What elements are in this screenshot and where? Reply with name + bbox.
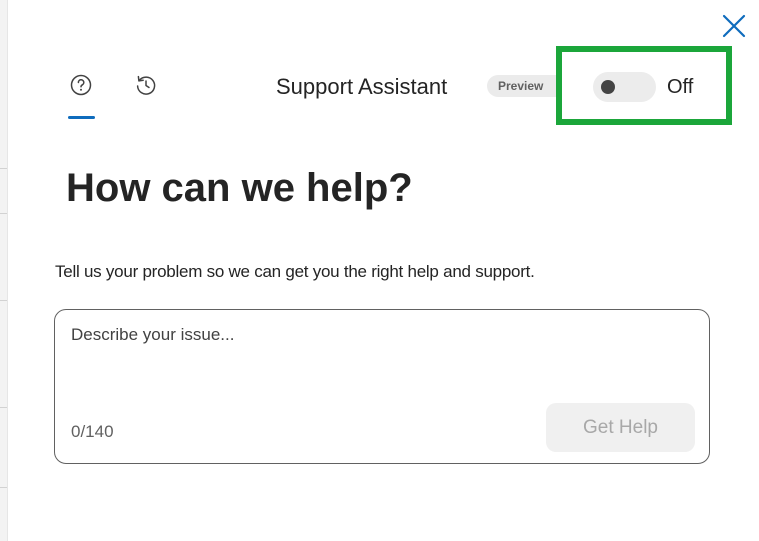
background-window-edge bbox=[0, 0, 8, 541]
close-button[interactable] bbox=[720, 12, 748, 40]
character-counter: 0/140 bbox=[71, 422, 114, 441]
issue-form: 0/140 Get Help bbox=[54, 309, 710, 464]
toggle-knob bbox=[601, 80, 615, 94]
active-tab-indicator bbox=[68, 116, 95, 119]
tab-help[interactable] bbox=[66, 70, 96, 100]
help-circle-icon bbox=[70, 74, 92, 96]
assistant-toggle[interactable] bbox=[593, 72, 656, 102]
help-description: Tell us your problem so we can get you t… bbox=[55, 262, 535, 281]
panel-title: Support Assistant bbox=[276, 74, 448, 99]
toggle-state-label: Off bbox=[667, 76, 694, 98]
get-help-button[interactable]: Get Help bbox=[546, 403, 695, 452]
page-heading: How can we help? bbox=[66, 166, 413, 210]
preview-badge: Preview bbox=[487, 75, 567, 97]
close-icon bbox=[722, 14, 746, 38]
history-icon bbox=[136, 75, 156, 95]
issue-input[interactable] bbox=[71, 325, 691, 385]
tab-history[interactable] bbox=[131, 70, 161, 100]
